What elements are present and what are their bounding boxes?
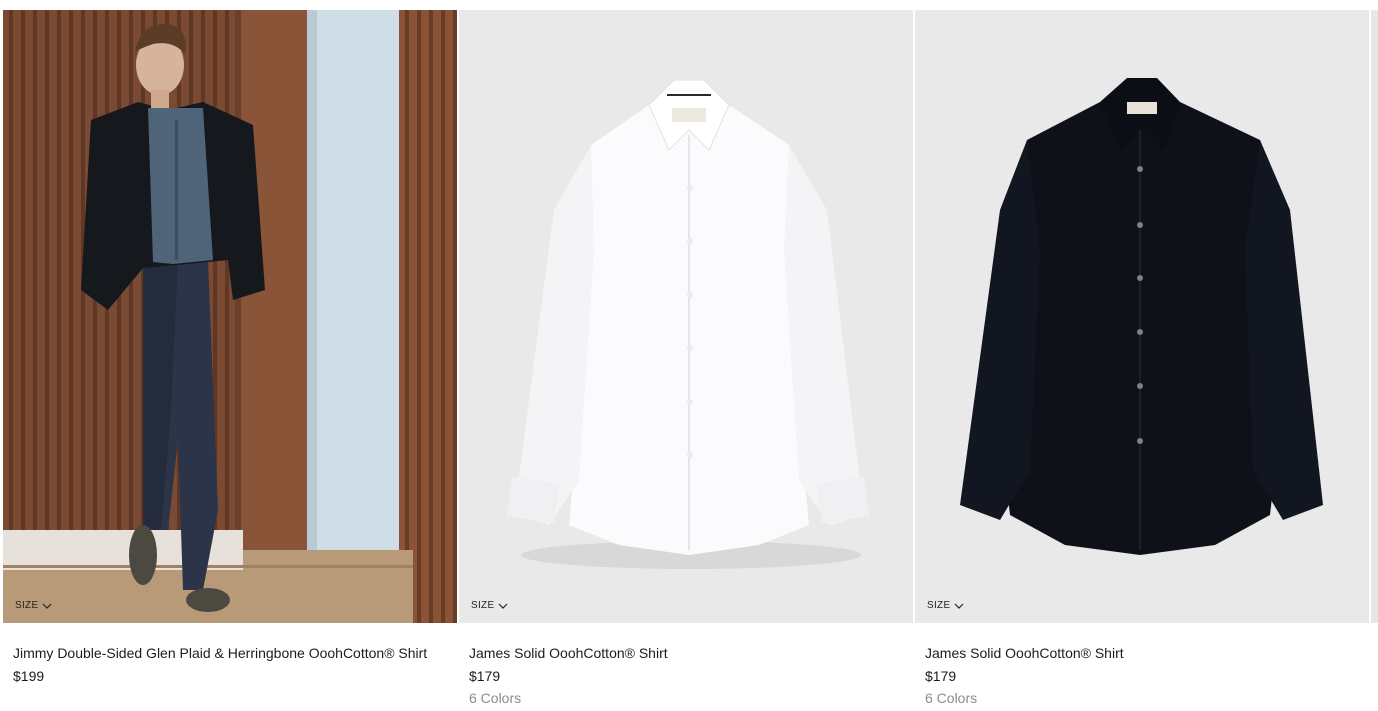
color-count[interactable]: 6 Colors bbox=[469, 687, 901, 709]
size-label: SIZE bbox=[927, 600, 951, 611]
model-photo bbox=[3, 10, 457, 623]
size-label: SIZE bbox=[15, 600, 39, 611]
size-selector[interactable]: SIZE bbox=[15, 600, 52, 611]
size-label: SIZE bbox=[471, 600, 495, 611]
size-selector[interactable]: SIZE bbox=[471, 600, 508, 611]
product-image-model[interactable]: SIZE bbox=[3, 10, 457, 623]
product-card: SIZE James Solid OoohCotton® Shirt $179 … bbox=[459, 10, 913, 711]
chevron-down-icon bbox=[498, 602, 508, 610]
size-selector[interactable]: SIZE bbox=[927, 600, 964, 611]
white-shirt-photo bbox=[459, 10, 913, 623]
next-card-edge bbox=[1371, 10, 1378, 623]
product-price: $179 bbox=[469, 668, 501, 684]
black-shirt-photo bbox=[915, 10, 1369, 623]
product-image-white-shirt[interactable]: SIZE bbox=[459, 10, 913, 623]
chevron-down-icon bbox=[954, 602, 964, 610]
product-card: SIZE James Solid OoohCotton® Shirt $179 … bbox=[915, 10, 1369, 711]
color-count[interactable]: 6 Colors bbox=[925, 687, 1357, 709]
product-info: Jimmy Double-Sided Glen Plaid & Herringb… bbox=[13, 642, 445, 687]
product-info: James Solid OoohCotton® Shirt $179 6 Col… bbox=[925, 642, 1357, 709]
product-price: $199 bbox=[13, 668, 45, 684]
product-name-link[interactable]: James Solid OoohCotton® Shirt bbox=[469, 642, 901, 664]
product-info: James Solid OoohCotton® Shirt $179 6 Col… bbox=[469, 642, 901, 709]
product-card: SIZE Jimmy Double-Sided Glen Plaid & Her… bbox=[3, 10, 457, 711]
product-price: $179 bbox=[925, 668, 957, 684]
product-name-link[interactable]: James Solid OoohCotton® Shirt bbox=[925, 642, 1357, 664]
product-name-link[interactable]: Jimmy Double-Sided Glen Plaid & Herringb… bbox=[13, 642, 445, 664]
chevron-down-icon bbox=[42, 602, 52, 610]
product-grid: SIZE Jimmy Double-Sided Glen Plaid & Her… bbox=[3, 10, 1378, 711]
product-image-black-shirt[interactable]: SIZE bbox=[915, 10, 1369, 623]
